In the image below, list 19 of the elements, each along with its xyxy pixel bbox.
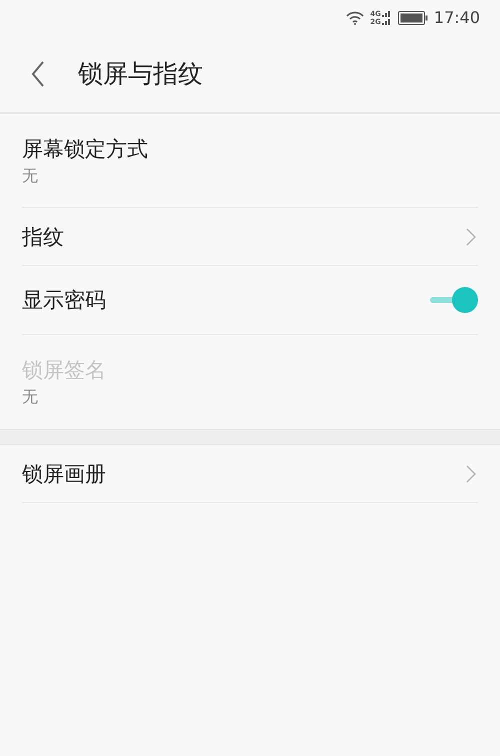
chevron-right-icon <box>466 464 476 482</box>
wifi-icon <box>346 11 364 25</box>
toggle-switch[interactable] <box>428 287 478 313</box>
settings-row[interactable]: 指纹 <box>22 208 478 266</box>
row-subtitle: 无 <box>22 386 39 408</box>
row-title: 锁屏画册 <box>22 460 106 488</box>
status-time: 17:40 <box>434 7 480 29</box>
row-title: 屏幕锁定方式 <box>22 136 148 162</box>
battery-icon <box>398 11 428 25</box>
settings-row[interactable]: 锁屏画册 <box>22 445 478 503</box>
row-title: 显示密码 <box>22 287 106 314</box>
settings-row[interactable]: 显示密码 <box>22 266 478 335</box>
settings-row[interactable]: 屏幕锁定方式 无 <box>22 114 478 208</box>
row-subtitle: 无 <box>22 164 39 186</box>
back-icon <box>31 61 45 87</box>
signal-icon <box>382 10 392 26</box>
page-title: 锁屏与指纹 <box>78 58 203 90</box>
row-title: 指纹 <box>22 224 64 250</box>
chevron-right-icon <box>466 228 476 246</box>
